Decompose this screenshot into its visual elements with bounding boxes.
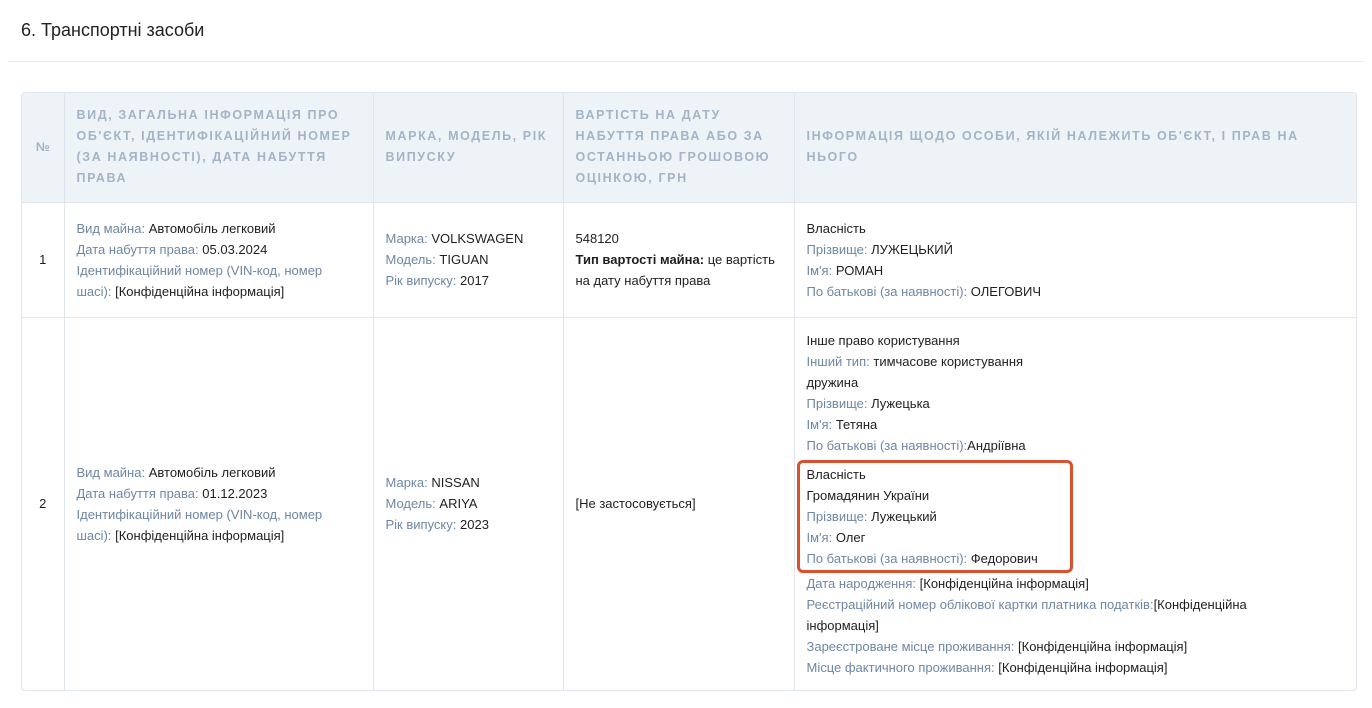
- co-user-block: Інше право користування Інший тип: тимча…: [807, 330, 1345, 456]
- patronymic-value: Федорович: [970, 550, 1038, 566]
- brand-label: Марка:: [385, 231, 428, 246]
- date-value: 01.12.2023: [202, 485, 268, 501]
- surname-label: Прізвище:: [806, 508, 868, 524]
- table-row: 2 Вид майна: Автомобіль легковий Дата на…: [22, 316, 1356, 690]
- other-type-value: тимчасове користування: [873, 353, 1024, 369]
- surname-label: Прізвище:: [806, 241, 868, 257]
- year-value: 2017: [460, 273, 489, 288]
- column-header-description: ВИД, ЗАГАЛЬНА ІНФОРМАЦІЯ ПРО ОБ'ЄКТ, ІДЕ…: [63, 93, 373, 202]
- kind-value: Автомобіль легковий: [148, 220, 276, 236]
- kind-value: Автомобіль легковий: [148, 464, 276, 480]
- year-label: Рік випуску:: [385, 273, 457, 288]
- value-amount: [Не застосовується]: [575, 496, 696, 512]
- year-value: 2023: [460, 517, 489, 533]
- section-divider: [8, 61, 1364, 62]
- highlighted-owner-box: Власність Громадянин України Прізвище: Л…: [796, 459, 1073, 573]
- name-value: Тетяна: [835, 416, 878, 432]
- model-value: ARIYA: [439, 496, 478, 512]
- description-cell: Вид майна: Автомобіль легковий Дата набу…: [63, 201, 373, 317]
- name-value: РОМАН: [835, 262, 884, 278]
- brand-value: VOLKSWAGEN: [431, 231, 524, 246]
- kind-label: Вид майна:: [76, 220, 146, 236]
- owner-cell: Власність Прізвище: ЛУЖЕЦЬКИЙ Ім'я: РОМА…: [793, 201, 1356, 317]
- citizenship-value: Громадянин України: [806, 487, 930, 503]
- reg-address-value: [Конфіденційна інформація]: [1018, 638, 1188, 654]
- owner-right: Власність: [806, 220, 866, 236]
- tax-number-value: [Конфіденційна: [1153, 596, 1247, 612]
- name-label: Ім'я:: [806, 262, 833, 278]
- date-label: Дата набуття права:: [76, 241, 199, 257]
- value-cell: 548120 Тип вартості майна: це вартість н…: [562, 201, 794, 317]
- brand-cell: Марка: VOLKSWAGEN Модель: TIGUAN Рік вип…: [372, 201, 563, 317]
- column-header-owner: ІНФОРМАЦІЯ ЩОДО ОСОБИ, ЯКІЙ НАЛЕЖИТЬ ОБ'…: [793, 93, 1356, 202]
- kind-label: Вид майна:: [76, 464, 146, 480]
- vin-value: [Конфіденційна інформація]: [115, 527, 285, 543]
- birth-date-value: [Конфіденційна інформація]: [919, 575, 1089, 591]
- name-label: Ім'я:: [806, 529, 833, 545]
- vin-value: [Конфіденційна інформація]: [115, 283, 285, 299]
- other-type-label: Інший тип:: [806, 353, 870, 369]
- brand-cell: Марка: NISSAN Модель: ARIYA Рік випуску:…: [372, 316, 563, 690]
- vehicles-table: № ВИД, ЗАГАЛЬНА ІНФОРМАЦІЯ ПРО ОБ'ЄКТ, І…: [21, 92, 1357, 691]
- value-cell: [Не застосовується]: [562, 316, 794, 690]
- owner-right: Інше право користування: [806, 332, 960, 348]
- name-value: Олег: [835, 529, 866, 545]
- actual-address-value: [Конфіденційна інформація]: [998, 659, 1168, 675]
- surname-value: Лужецька: [871, 395, 930, 411]
- kind-line: Вид майна: Автомобіль легковий: [77, 218, 361, 239]
- table-header-row: № ВИД, ЗАГАЛЬНА ІНФОРМАЦІЯ ПРО ОБ'ЄКТ, І…: [22, 93, 1356, 202]
- patronymic-label: По батькові (за наявності):: [806, 437, 968, 453]
- description-cell: Вид майна: Автомобіль легковий Дата набу…: [63, 316, 373, 690]
- owner-extra-block: Дата народження: [Конфіденційна інформац…: [807, 573, 1345, 678]
- section-title: 6. Транспортні засоби: [21, 20, 205, 40]
- surname-value: Лужецький: [871, 508, 937, 524]
- patronymic-label: По батькові (за наявності):: [806, 283, 968, 299]
- column-header-brand: МАРКА, МОДЕЛЬ, РІК ВИПУСКУ: [372, 93, 563, 202]
- owner-cell: Інше право користування Інший тип: тимча…: [793, 316, 1356, 690]
- model-label: Модель:: [385, 496, 436, 512]
- date-label: Дата набуття права:: [76, 485, 199, 501]
- model-label: Модель:: [385, 252, 436, 267]
- table-row: 1 Вид майна: Автомобіль легковий Дата на…: [22, 201, 1356, 317]
- name-label: Ім'я:: [806, 416, 833, 432]
- value-type-label: Тип вартості майна:: [575, 252, 705, 267]
- brand-value: NISSAN: [431, 475, 480, 491]
- surname-value: ЛУЖЕЦЬКИЙ: [871, 241, 953, 257]
- relation-value: дружина: [806, 374, 859, 390]
- year-label: Рік випуску:: [385, 517, 457, 533]
- patronymic-value: ОЛЕГОВИЧ: [970, 283, 1042, 299]
- brand-label: Марка:: [385, 475, 428, 491]
- tax-number-label: Реєстраційний номер облікової картки пла…: [806, 596, 1154, 612]
- vin-line: Ідентифікаційний номер (VIN-код, номер ш…: [77, 260, 361, 302]
- patronymic-value: Андріївна: [967, 437, 1026, 453]
- actual-address-label: Місце фактичного проживання:: [806, 659, 995, 675]
- birth-date-label: Дата народження:: [806, 575, 917, 591]
- tax-number-value-cont: інформація]: [806, 617, 879, 633]
- column-header-value: ВАРТІСТЬ НА ДАТУ НАБУТТЯ ПРАВА АБО ЗА ОС…: [562, 93, 794, 202]
- surname-label: Прізвище:: [806, 395, 868, 411]
- owner-right: Власність: [806, 466, 866, 482]
- reg-address-label: Зареєстроване місце проживання:: [806, 638, 1015, 654]
- value-amount: 548120: [575, 231, 619, 246]
- row-number: 1: [22, 201, 64, 317]
- patronymic-label: По батькові (за наявності):: [806, 550, 968, 566]
- column-header-num: №: [35, 139, 50, 154]
- date-value: 05.03.2024: [202, 241, 268, 257]
- row-number: 2: [22, 316, 64, 690]
- model-value: TIGUAN: [439, 252, 489, 267]
- date-line: Дата набуття права: 05.03.2024: [77, 239, 361, 260]
